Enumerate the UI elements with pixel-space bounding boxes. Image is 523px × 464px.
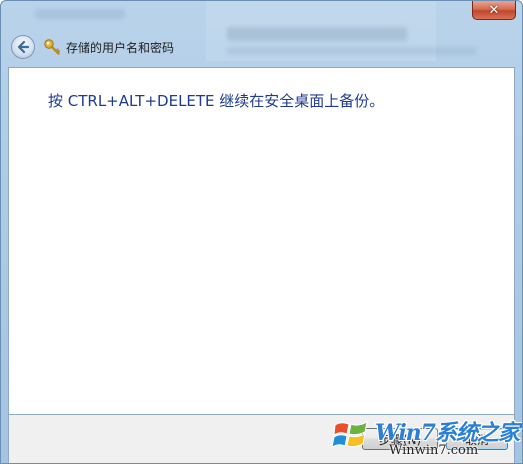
cancel-button[interactable]: 取消 (446, 428, 508, 450)
next-button[interactable]: 步骤(N) (362, 428, 438, 450)
background-blur-text (227, 47, 477, 55)
window-title-area: 存储的用户名和密码 (43, 37, 174, 57)
window-title: 存储的用户名和密码 (66, 40, 175, 55)
close-button[interactable]: ✕ (472, 1, 516, 20)
back-arrow-icon (17, 40, 30, 54)
instruction-text: 按 CTRL+ALT+DELETE 继续在安全桌面上备份。 (48, 92, 385, 110)
credential-backup-dialog: ✕ 存储的用户名和密码 按 CTRL+ALT+DELETE 继续在安全桌面上备份… (0, 0, 523, 464)
dialog-footer: 步骤(N) 取消 (8, 415, 515, 463)
background-blur-text (227, 27, 407, 41)
key-icon (44, 39, 61, 55)
background-blur-text (35, 9, 125, 19)
close-icon: ✕ (488, 2, 500, 18)
back-button[interactable] (11, 35, 35, 59)
dialog-content: 按 CTRL+ALT+DELETE 继续在安全桌面上备份。 (8, 67, 515, 415)
